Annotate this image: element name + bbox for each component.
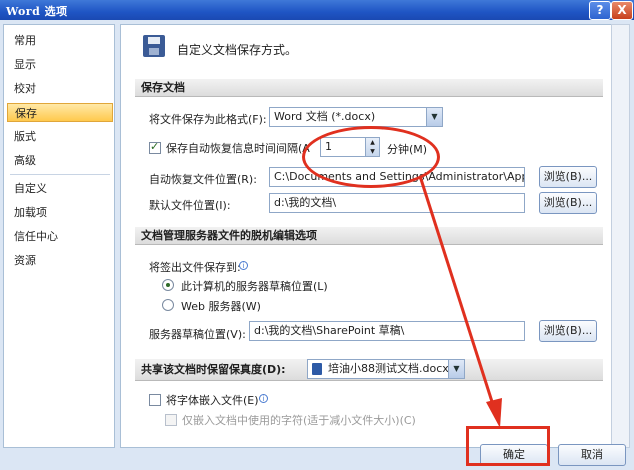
annotation-highlight-box [466,426,550,466]
annotation-arrow [418,175,502,428]
